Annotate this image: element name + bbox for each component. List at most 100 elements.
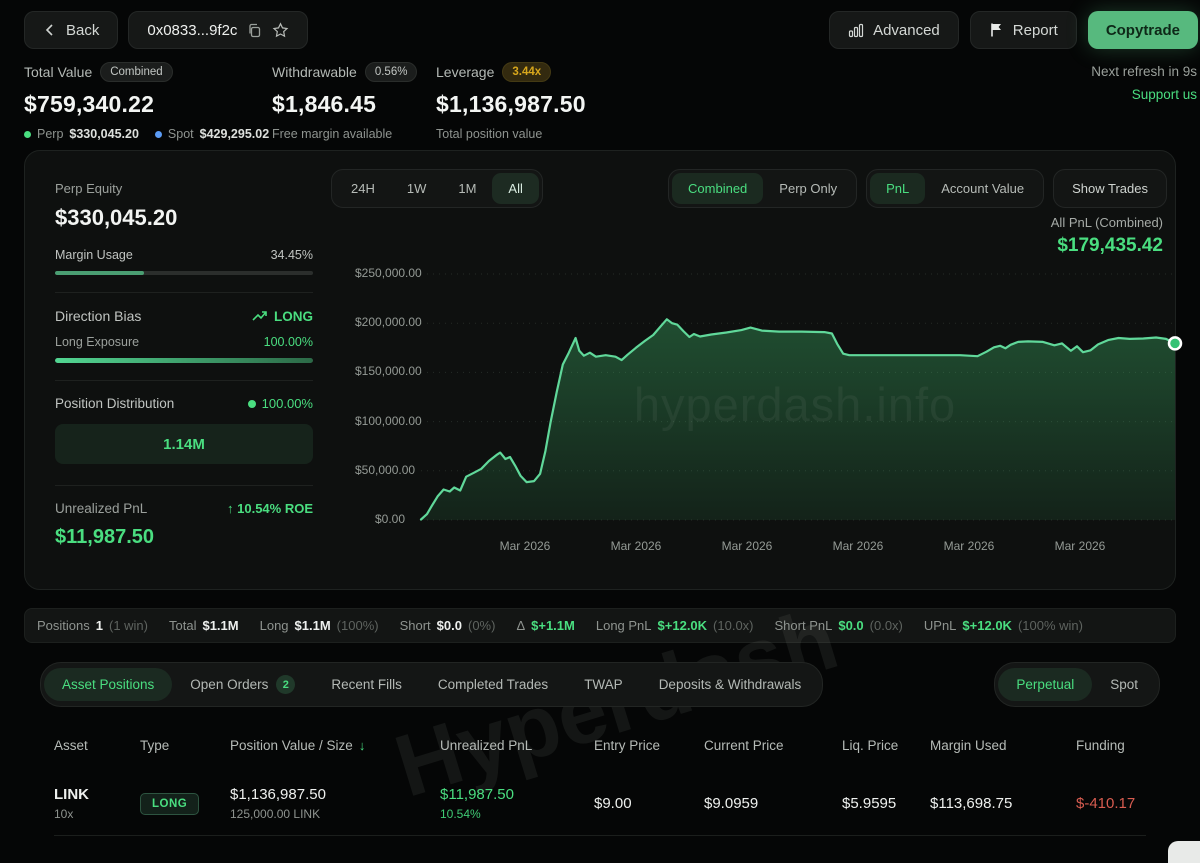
long-exposure-value: 100.00%	[264, 335, 313, 349]
corner-widget-button[interactable]	[1168, 841, 1200, 863]
address-pill[interactable]: 0x0833...9f2c	[128, 11, 308, 49]
support-us-link[interactable]: Support us	[1091, 87, 1197, 102]
total-value-amount: $759,340.22	[24, 91, 272, 118]
tab-recent-fills[interactable]: Recent Fills	[313, 668, 420, 701]
row-upnl: $11,987.50	[440, 786, 594, 803]
pnl-chart: $0.00 $50,000.00 $100,000.00 $150,000.00…	[355, 251, 1179, 571]
unrealized-pnl-value: $11,987.50	[55, 526, 313, 549]
x-tick-label: Mar 2026	[1040, 539, 1120, 553]
time-range-group: 24H 1W 1M All	[331, 169, 543, 208]
range-all[interactable]: All	[492, 173, 538, 204]
margin-usage-fill	[55, 271, 144, 275]
metric-account-value[interactable]: Account Value	[925, 173, 1040, 204]
back-button[interactable]: Back	[24, 11, 118, 49]
star-icon[interactable]	[272, 22, 289, 39]
y-tick-label: $200,000.00	[355, 315, 405, 329]
y-tick-label: $50,000.00	[355, 463, 405, 477]
position-distribution-segment: 1.14M	[55, 424, 313, 464]
margin-usage-bar	[55, 271, 313, 275]
view-perp-only[interactable]: Perp Only	[763, 173, 853, 204]
position-value-cell: $1,136,987.50 125,000.00 LINK	[230, 786, 440, 821]
toggle-spot[interactable]: Spot	[1092, 668, 1156, 701]
margin-used-cell: $113,698.75	[930, 795, 1076, 812]
col-type: Type	[140, 738, 230, 753]
direction-bias-value-wrap: LONG	[252, 309, 313, 324]
divider	[55, 485, 313, 486]
summary-short: Short$0.0(0%)	[400, 618, 496, 633]
header-actions: Advanced Report Copytrade	[829, 11, 1200, 49]
stats-row: Total Value Combined $759,340.22 Perp $3…	[24, 62, 1200, 141]
spot-dot-icon	[155, 131, 162, 138]
current-price-cell: $9.0959	[704, 795, 842, 812]
advanced-button[interactable]: Advanced	[829, 11, 959, 49]
perp-value: $330,045.20	[69, 127, 139, 141]
col-margin-used: Margin Used	[930, 738, 1076, 753]
positions-tab-group: Asset Positions Open Orders2 Recent Fill…	[40, 662, 823, 707]
position-distribution-pct-wrap: 100.00%	[248, 396, 313, 411]
metric-pnl[interactable]: PnL	[870, 173, 925, 204]
y-tick-label: $100,000.00	[355, 414, 405, 428]
toggle-perpetual[interactable]: Perpetual	[998, 668, 1092, 701]
margin-usage-value: 34.45%	[271, 248, 313, 262]
long-dot-icon	[248, 400, 256, 408]
unrealized-pnl-label: Unrealized PnL	[55, 501, 147, 516]
open-orders-count-badge: 2	[276, 675, 295, 694]
entry-price-cell: $9.00	[594, 795, 704, 812]
show-trades-button[interactable]: Show Trades	[1053, 169, 1167, 208]
copy-icon[interactable]	[247, 23, 262, 38]
direction-bias-label: Direction Bias	[55, 308, 141, 324]
chart-toggles: Combined Perp Only PnL Account Value Sho…	[668, 169, 1167, 208]
x-tick-label: Mar 2026	[596, 539, 676, 553]
spot-label: Spot	[168, 127, 194, 141]
x-tick-label: Mar 2026	[707, 539, 787, 553]
leverage-sub: Total position value	[436, 127, 542, 141]
wallet-address: 0x0833...9f2c	[147, 22, 237, 39]
view-combined[interactable]: Combined	[672, 173, 763, 204]
sort-desc-icon: ↓	[359, 738, 366, 753]
liq-price-cell: $5.9595	[842, 795, 930, 812]
tab-asset-positions[interactable]: Asset Positions	[44, 668, 172, 701]
positions-table-header: Asset Type Position Value / Size↓ Unreal…	[54, 738, 1146, 753]
copytrade-button[interactable]: Copytrade	[1088, 11, 1198, 49]
report-button[interactable]: Report	[970, 11, 1077, 49]
direction-bias-value: LONG	[274, 309, 313, 324]
asset-cell: LINK 10x	[54, 786, 140, 821]
y-tick-label: $150,000.00	[355, 364, 405, 378]
stat-leverage: Leverage 3.44x $1,136,987.50 Total posit…	[436, 62, 696, 141]
tab-twap[interactable]: TWAP	[566, 668, 641, 701]
position-size: 125,000.00 LINK	[230, 807, 440, 821]
col-liq-price: Liq. Price	[842, 738, 930, 753]
market-toggle-group: Perpetual Spot	[994, 662, 1160, 707]
tab-completed-trades[interactable]: Completed Trades	[420, 668, 566, 701]
flag-icon	[989, 22, 1004, 38]
asset-symbol: LINK	[54, 786, 140, 803]
tab-open-orders[interactable]: Open Orders2	[172, 666, 313, 703]
unrealized-pnl-cell: $11,987.50 10.54%	[440, 786, 594, 821]
x-tick-label: Mar 2026	[485, 539, 565, 553]
portfolio-page: Back 0x0833...9f2c Advanced Report Copyt…	[0, 0, 1200, 863]
tabs-row: Asset Positions Open Orders2 Recent Fill…	[40, 662, 1160, 707]
range-24h[interactable]: 24H	[335, 173, 391, 204]
metric-toggle-group: PnL Account Value	[866, 169, 1044, 208]
pnl-end-dot	[1169, 337, 1181, 349]
stat-total-value: Total Value Combined $759,340.22 Perp $3…	[24, 62, 272, 141]
tab-deposits-withdrawals[interactable]: Deposits & Withdrawals	[641, 668, 820, 701]
summary-positions: Positions1(1 win)	[37, 618, 148, 633]
summary-long: Long$1.1M(100%)	[260, 618, 379, 633]
withdrawable-sub: Free margin available	[272, 127, 392, 141]
position-distribution-pct: 100.00%	[262, 396, 313, 411]
position-row-link[interactable]: LINK 10x LONG $1,136,987.50 125,000.00 L…	[54, 772, 1146, 836]
range-1m[interactable]: 1M	[442, 173, 492, 204]
range-1w[interactable]: 1W	[391, 173, 443, 204]
pnl-chart-svg[interactable]	[421, 251, 1175, 531]
x-tick-label: Mar 2026	[818, 539, 898, 553]
col-position-value-size[interactable]: Position Value / Size↓	[230, 738, 440, 753]
header-bar: Back 0x0833...9f2c Advanced Report Copyt…	[24, 10, 1200, 50]
total-value-label: Total Value	[24, 64, 92, 80]
back-label: Back	[66, 22, 99, 39]
long-badge: LONG	[140, 793, 199, 815]
equity-sidebar: Perp Equity $330,045.20 Margin Usage 34.…	[55, 181, 313, 549]
roe-wrap: ↑ 10.54% ROE	[227, 501, 313, 516]
summary-long-pnl: Long PnL$+12.0K(10.0x)	[596, 618, 754, 633]
position-value: $1,136,987.50	[230, 786, 440, 803]
